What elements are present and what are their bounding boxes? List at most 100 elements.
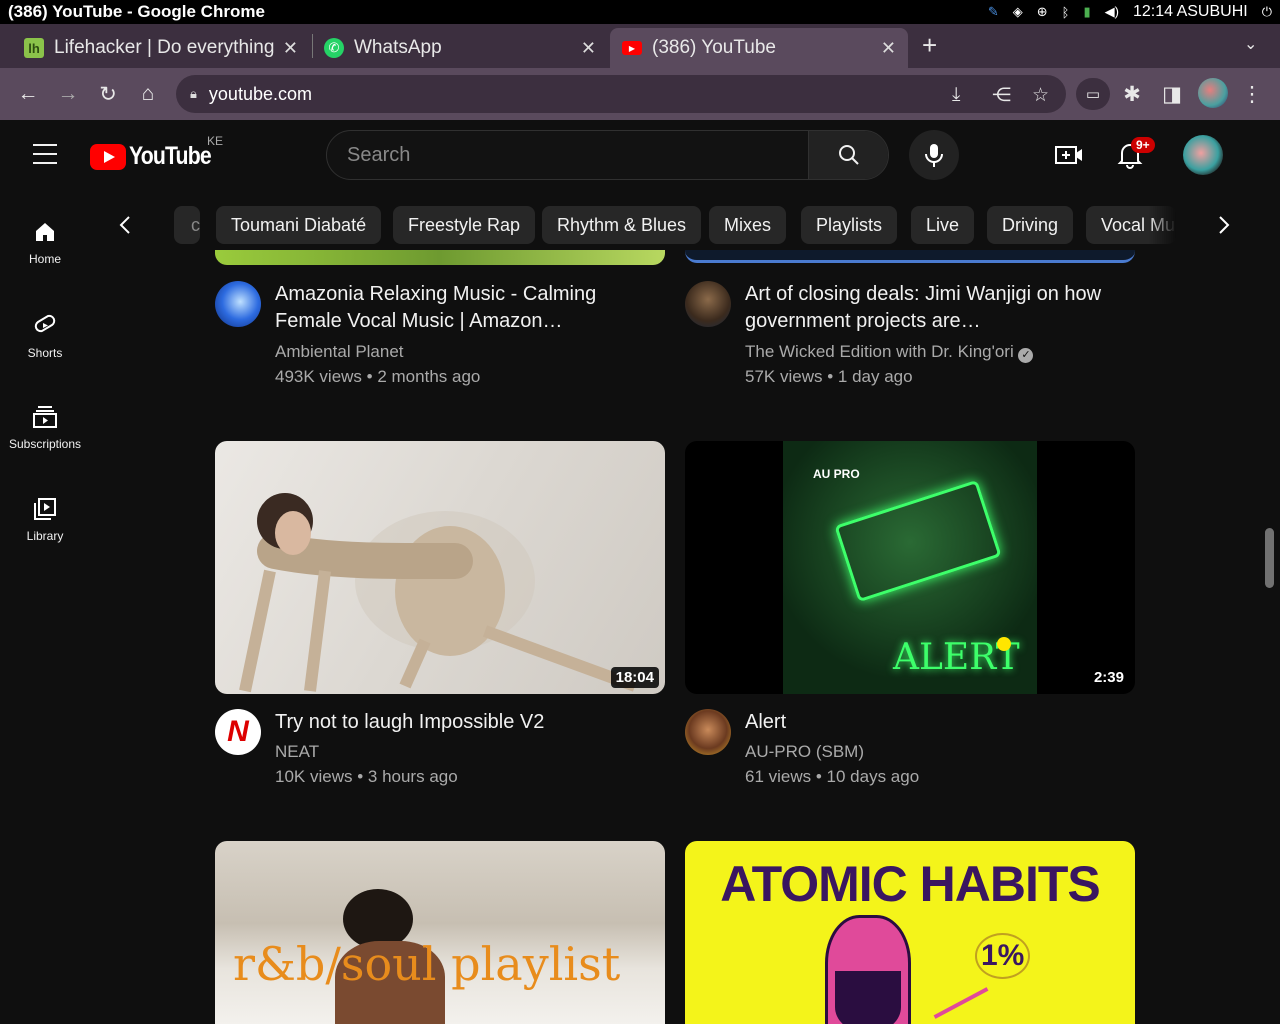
browser-toolbar: ← → ↻ ⌂ 🔒︎ youtube.com ⤓ ⋲ ☆ ▭ ✱ ◨ ⋮	[0, 68, 1280, 120]
url-text: youtube.com	[208, 83, 312, 104]
arrow-graphic	[933, 987, 989, 1019]
forward-button[interactable]: →	[52, 78, 84, 110]
close-icon[interactable]: ✕	[581, 38, 596, 59]
globe-icon[interactable]: ⊕	[1037, 4, 1048, 20]
side-panel-icon[interactable]: ◨	[1156, 78, 1188, 110]
window-title: (386) YouTube - Google Chrome	[8, 2, 265, 21]
guide-item-home[interactable]: Home	[0, 206, 90, 280]
reload-button[interactable]: ↻	[92, 78, 124, 110]
video-thumbnail[interactable]: ATOMIC HABITS 1%	[685, 841, 1135, 1024]
guide-item-shorts[interactable]: Shorts	[0, 298, 90, 372]
install-icon[interactable]: ⤓	[952, 84, 960, 106]
video-metadata: 57K views • 1 day ago	[745, 367, 913, 386]
album-art: AU PRO ALERT	[783, 441, 1037, 694]
guide-item-subscriptions[interactable]: Subscriptions	[0, 391, 90, 465]
create-video-button[interactable]	[1053, 140, 1085, 170]
share-icon[interactable]: ⋲	[992, 84, 1011, 107]
tab-search-chevron-icon[interactable]: ⌄	[1244, 34, 1257, 54]
pen-icon[interactable]: ✎	[988, 4, 999, 20]
wifi-icon[interactable]: ◈	[1013, 4, 1023, 20]
chip[interactable]: c	[174, 206, 200, 244]
address-bar[interactable]: 🔒︎ youtube.com ⤓ ⋲ ☆	[176, 75, 1066, 113]
lock-icon[interactable]: 🔒︎	[190, 86, 197, 102]
tab-lifehacker[interactable]: lh Lifehacker | Do everything better ✕	[12, 28, 310, 68]
battery-icon[interactable]: ▮	[1083, 4, 1090, 20]
video-camera-add-icon	[1055, 146, 1082, 164]
channel-name[interactable]: NEAT	[275, 742, 319, 762]
close-icon[interactable]: ✕	[283, 38, 298, 59]
chips-next-button[interactable]	[1204, 206, 1244, 244]
tab-title: (386) YouTube	[652, 37, 776, 58]
chip[interactable]: Toumani Diabaté	[216, 206, 382, 244]
volume-icon[interactable]: ◀)	[1105, 4, 1119, 20]
account-avatar[interactable]	[1183, 135, 1223, 175]
whatsapp-icon: ✆	[324, 38, 344, 58]
bluetooth-icon[interactable]: ᛒ	[1062, 5, 1070, 20]
chip[interactable]: Mixes	[709, 206, 787, 244]
thumbnail-badge: 1%	[975, 933, 1031, 979]
channel-avatar[interactable]	[685, 709, 731, 755]
chevron-right-icon	[1219, 216, 1230, 234]
chip[interactable]: Vocal Mu	[1086, 206, 1176, 244]
video-title[interactable]: Amazonia Relaxing Music - Calming Female…	[275, 281, 645, 335]
video-title[interactable]: Alert	[745, 709, 1115, 736]
chip[interactable]: Live	[911, 206, 975, 244]
album-label: AU PRO	[813, 467, 860, 481]
video-duration: 2:39	[1088, 667, 1129, 688]
menu-icon[interactable]	[33, 144, 57, 164]
thumbnail-figure	[239, 493, 638, 693]
extensions-icon[interactable]: ✱	[1116, 78, 1148, 110]
chrome-menu-icon[interactable]: ⋮	[1236, 78, 1268, 110]
search-box	[326, 130, 889, 180]
chrome-profile-avatar[interactable]	[1198, 78, 1228, 108]
clock[interactable]: 12:14 ASUBUHI	[1133, 3, 1248, 21]
notification-badge: 9+	[1131, 137, 1155, 153]
guide-item-library[interactable]: Library	[0, 483, 90, 557]
video-title[interactable]: Art of closing deals: Jimi Wanjigi on ho…	[745, 281, 1115, 335]
search-input[interactable]	[327, 131, 808, 179]
chip[interactable]: Rhythm & Blues	[542, 206, 702, 244]
channel-name[interactable]: AU-PRO (SBM)	[745, 742, 864, 762]
chips-prev-button[interactable]	[105, 206, 145, 244]
channel-name-text: The Wicked Edition with Dr. King'ori	[745, 342, 1014, 361]
channel-avatar[interactable]: N	[215, 709, 261, 755]
chip[interactable]: Playlists	[801, 206, 898, 244]
youtube-icon: ▶	[622, 41, 642, 55]
home-button[interactable]: ⌂	[132, 78, 164, 110]
channel-avatar[interactable]	[215, 281, 261, 327]
video-thumbnail[interactable]: r&b/soul playlist	[215, 841, 665, 1024]
channel-avatar[interactable]	[685, 281, 731, 327]
video-title[interactable]: Try not to laugh Impossible V2	[275, 709, 645, 736]
video-metadata: 61 views • 10 days ago	[745, 767, 920, 786]
new-tab-button[interactable]: +	[922, 30, 937, 61]
view-count: 57K views	[745, 367, 823, 386]
search-button[interactable]	[808, 131, 888, 179]
tab-title: WhatsApp	[354, 37, 442, 58]
close-icon[interactable]: ✕	[881, 38, 896, 59]
tab-whatsapp[interactable]: ✆ WhatsApp ✕	[312, 28, 608, 68]
voice-search-button[interactable]	[909, 130, 959, 180]
channel-name[interactable]: Ambiental Planet	[275, 342, 404, 362]
channel-name[interactable]: The Wicked Edition with Dr. King'ori ✓	[745, 342, 1034, 363]
tab-youtube[interactable]: ▶ (386) YouTube ✕	[610, 28, 908, 68]
back-button[interactable]: ←	[12, 78, 44, 110]
chip[interactable]: Driving	[987, 206, 1074, 244]
chip[interactable]: Freestyle Rap	[393, 206, 536, 244]
os-top-bar: (386) YouTube - Google Chrome ✎ ◈ ⊕ ᛒ ▮ …	[0, 0, 1280, 24]
power-icon[interactable]: ⏻	[1262, 4, 1272, 20]
youtube-logo[interactable]: YouTube KE	[90, 134, 225, 171]
guide-label: Library	[26, 529, 64, 543]
video-duration: 18:04	[610, 667, 659, 688]
battery-saver-icon[interactable]: ▭	[1076, 78, 1110, 110]
video-thumbnail[interactable]	[215, 250, 665, 265]
upload-age: 3 hours ago	[367, 767, 458, 786]
page-scrollbar[interactable]	[1265, 528, 1274, 588]
video-thumbnail[interactable]: 18:04	[215, 441, 665, 694]
bookmark-star-icon[interactable]: ☆	[1032, 84, 1049, 107]
video-thumbnail[interactable]: AU PRO ALERT 2:39	[685, 441, 1135, 694]
neon-money-graphic	[834, 479, 1002, 603]
video-metadata: 493K views • 2 months ago	[275, 367, 481, 386]
upload-age: 1 day ago	[837, 367, 913, 386]
video-thumbnail[interactable]	[685, 250, 1135, 263]
subscriptions-icon	[33, 406, 57, 428]
